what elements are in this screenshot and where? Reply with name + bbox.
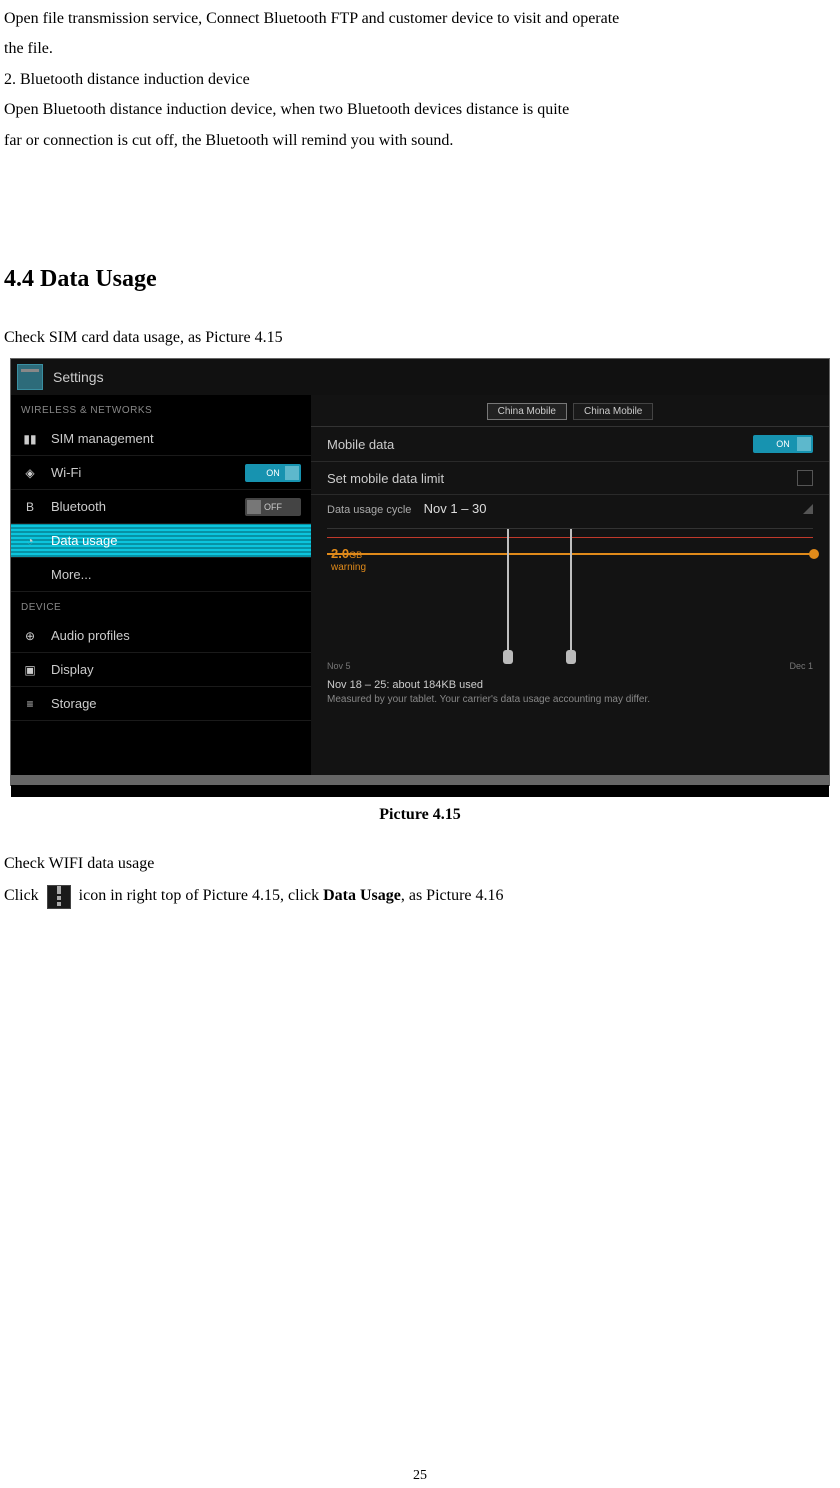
data-limit-checkbox[interactable] (797, 470, 813, 486)
range-bar-start[interactable] (507, 529, 509, 659)
settings-icon (17, 364, 43, 390)
sidebar-item-wifi[interactable]: ◈ Wi-Fi ON (11, 456, 311, 490)
data-usage-icon: ◔ (21, 534, 39, 548)
cycle-value: Nov 1 – 30 (424, 501, 487, 516)
paragraph-heading-2: 2. Bluetooth distance induction device (4, 65, 836, 95)
row-cycle[interactable]: Data usage cycle Nov 1 – 30 (311, 495, 829, 522)
text-line: the file. (4, 40, 53, 57)
sidebar-item-storage[interactable]: ≡ Storage (11, 687, 311, 721)
display-icon: ▣ (21, 663, 39, 677)
sidebar-section-wireless: WIRELESS & NETWORKS (11, 395, 311, 422)
audio-icon: ⊕ (21, 629, 39, 643)
sidebar-item-label: SIM management (51, 431, 301, 446)
xaxis-end: Dec 1 (789, 661, 813, 671)
sidebar-item-label: Storage (51, 696, 301, 711)
sidebar-section-device: DEVICE (11, 592, 311, 619)
overflow-menu-icon (47, 885, 71, 909)
bluetooth-icon: B (21, 500, 39, 514)
sidebar-item-audio[interactable]: ⊕ Audio profiles (11, 619, 311, 653)
text-line: far or connection is cut off, the Blueto… (4, 132, 453, 149)
sidebar-item-label: Display (51, 662, 301, 677)
usage-footnote: Measured by your tablet. Your carrier's … (311, 693, 829, 711)
usage-summary: Nov 18 – 25: about 184KB used (311, 673, 829, 693)
blank-icon (21, 568, 39, 582)
text-fragment: Click (4, 887, 43, 904)
sidebar-item-sim[interactable]: ▮▮ SIM management (11, 422, 311, 456)
wifi-instruction: Click icon in right top of Picture 4.15,… (4, 880, 836, 912)
usage-chart[interactable]: 2.0GB warning (327, 528, 813, 659)
page-number: 25 (0, 1468, 840, 1484)
intro-line: Check SIM card data usage, as Picture 4.… (4, 323, 836, 353)
app-title: Settings (53, 369, 104, 385)
sidebar-item-display[interactable]: ▣ Display (11, 653, 311, 687)
row-mobile-data[interactable]: Mobile data ON (311, 427, 829, 462)
tab-sim1[interactable]: China Mobile (487, 403, 567, 420)
range-bar-end[interactable] (570, 529, 572, 659)
sidebar-item-bluetooth[interactable]: B Bluetooth OFF (11, 490, 311, 524)
paragraph-distance: Open Bluetooth distance induction device… (4, 95, 836, 156)
text-line: 2. Bluetooth distance induction device (4, 71, 250, 88)
dropdown-corner-icon (803, 504, 813, 514)
figure-caption: Picture 4.15 (0, 806, 840, 824)
sim-tabs: China Mobile China Mobile (311, 395, 829, 427)
text-fragment: icon in right top of Picture 4.15, click (79, 887, 323, 904)
sidebar-item-label: More... (51, 567, 301, 582)
paragraph-ftp: Open file transmission service, Connect … (4, 4, 836, 65)
android-titlebar: Settings (11, 359, 829, 395)
sidebar-item-more[interactable]: More... (11, 558, 311, 592)
content-pane: China Mobile China Mobile Mobile data ON… (311, 395, 829, 775)
sidebar-item-label: Data usage (51, 533, 301, 548)
bluetooth-toggle[interactable]: OFF (245, 498, 301, 516)
sidebar-item-label: Wi-Fi (51, 465, 245, 480)
row-data-limit[interactable]: Set mobile data limit (311, 462, 829, 495)
mobile-data-toggle[interactable]: ON (753, 435, 813, 453)
bottom-strip (11, 775, 829, 785)
screenshot-data-usage: Settings WIRELESS & NETWORKS ▮▮ SIM mana… (10, 358, 830, 786)
text-line: Open Bluetooth distance induction device… (4, 101, 569, 118)
section-heading: 4.4 Data Usage (4, 266, 840, 293)
sidebar-item-label: Bluetooth (51, 499, 245, 514)
warning-label: 2.0GB warning (331, 547, 366, 572)
storage-icon: ≡ (21, 697, 39, 711)
data-limit-label: Set mobile data limit (327, 471, 444, 486)
mobile-data-label: Mobile data (327, 437, 394, 452)
range-knob-start[interactable] (503, 650, 513, 664)
warning-handle[interactable] (809, 549, 819, 559)
sidebar-item-label: Audio profiles (51, 628, 301, 643)
xaxis-start: Nov 5 (327, 661, 351, 671)
bold-data-usage: Data Usage (323, 887, 401, 904)
text-line: Open file transmission service, Connect … (4, 10, 619, 27)
range-knob-end[interactable] (566, 650, 576, 664)
sim-icon: ▮▮ (21, 432, 39, 446)
wifi-toggle[interactable]: ON (245, 464, 301, 482)
settings-sidebar: WIRELESS & NETWORKS ▮▮ SIM management ◈ … (11, 395, 311, 775)
wifi-icon: ◈ (21, 466, 39, 480)
wifi-heading: Check WIFI data usage (4, 848, 836, 880)
tab-sim2[interactable]: China Mobile (573, 403, 653, 420)
text-fragment: , as Picture 4.16 (401, 887, 504, 904)
sidebar-item-data-usage[interactable]: ◔ Data usage (11, 524, 311, 558)
cycle-label: Data usage cycle (327, 504, 411, 516)
